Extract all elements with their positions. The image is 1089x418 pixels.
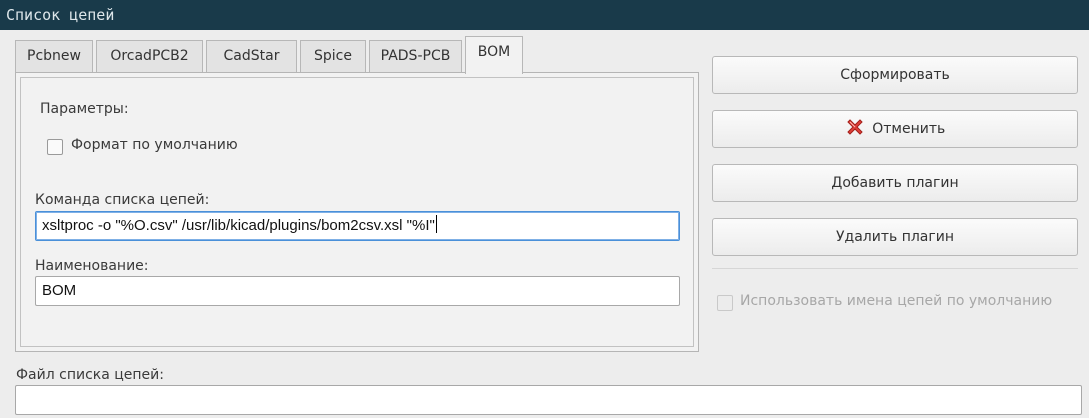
- default-format-checkbox[interactable]: [47, 139, 63, 155]
- tab-cadstar[interactable]: CadStar: [206, 40, 297, 72]
- tab-bom[interactable]: BOM: [465, 36, 523, 74]
- use-default-net-names-checkbox[interactable]: [717, 295, 733, 311]
- add-plugin-button[interactable]: Добавить плагин: [712, 164, 1078, 202]
- tab-orcadpcb2[interactable]: OrcadPCB2: [96, 40, 203, 72]
- generate-button-label: Сформировать: [840, 67, 950, 83]
- tab-pads-pcb[interactable]: PADS-PCB: [369, 40, 462, 72]
- params-label: Параметры:: [40, 101, 129, 117]
- cancel-x-icon: [845, 115, 865, 151]
- text-caret: [435, 215, 437, 233]
- remove-plugin-button-label: Удалить плагин: [836, 229, 954, 245]
- separator: [712, 268, 1078, 269]
- add-plugin-button-label: Добавить плагин: [831, 175, 959, 191]
- window-title: Список цепей: [0, 0, 1089, 30]
- tab-pcbnew[interactable]: Pcbnew: [15, 40, 93, 72]
- remove-plugin-button[interactable]: Удалить плагин: [712, 218, 1078, 256]
- command-value: xsltproc -o "%O.csv" /usr/lib/kicad/plug…: [42, 217, 435, 234]
- cancel-button-label: Отменить: [872, 121, 946, 137]
- tab-spice[interactable]: Spice: [300, 40, 366, 72]
- command-label: Команда списка цепей:: [35, 192, 210, 208]
- name-value: BOM: [42, 282, 77, 299]
- default-format-label[interactable]: Формат по умолчанию: [71, 137, 238, 153]
- netlist-file-label: Файл списка цепей:: [16, 367, 164, 383]
- generate-button[interactable]: Сформировать: [712, 56, 1078, 94]
- netlist-file-input[interactable]: [15, 385, 1082, 415]
- use-default-net-names-label[interactable]: Использовать имена цепей по умолчанию: [740, 293, 1052, 309]
- panel-frame: Параметры: Формат по умолчанию Команда с…: [20, 77, 694, 347]
- name-label: Наименование:: [35, 258, 149, 274]
- command-input[interactable]: xsltproc -o "%O.csv" /usr/lib/kicad/plug…: [35, 211, 680, 241]
- bom-tab-panel: Параметры: Формат по умолчанию Команда с…: [15, 72, 699, 352]
- name-input[interactable]: BOM: [35, 276, 680, 306]
- cancel-button[interactable]: Отменить: [712, 110, 1078, 148]
